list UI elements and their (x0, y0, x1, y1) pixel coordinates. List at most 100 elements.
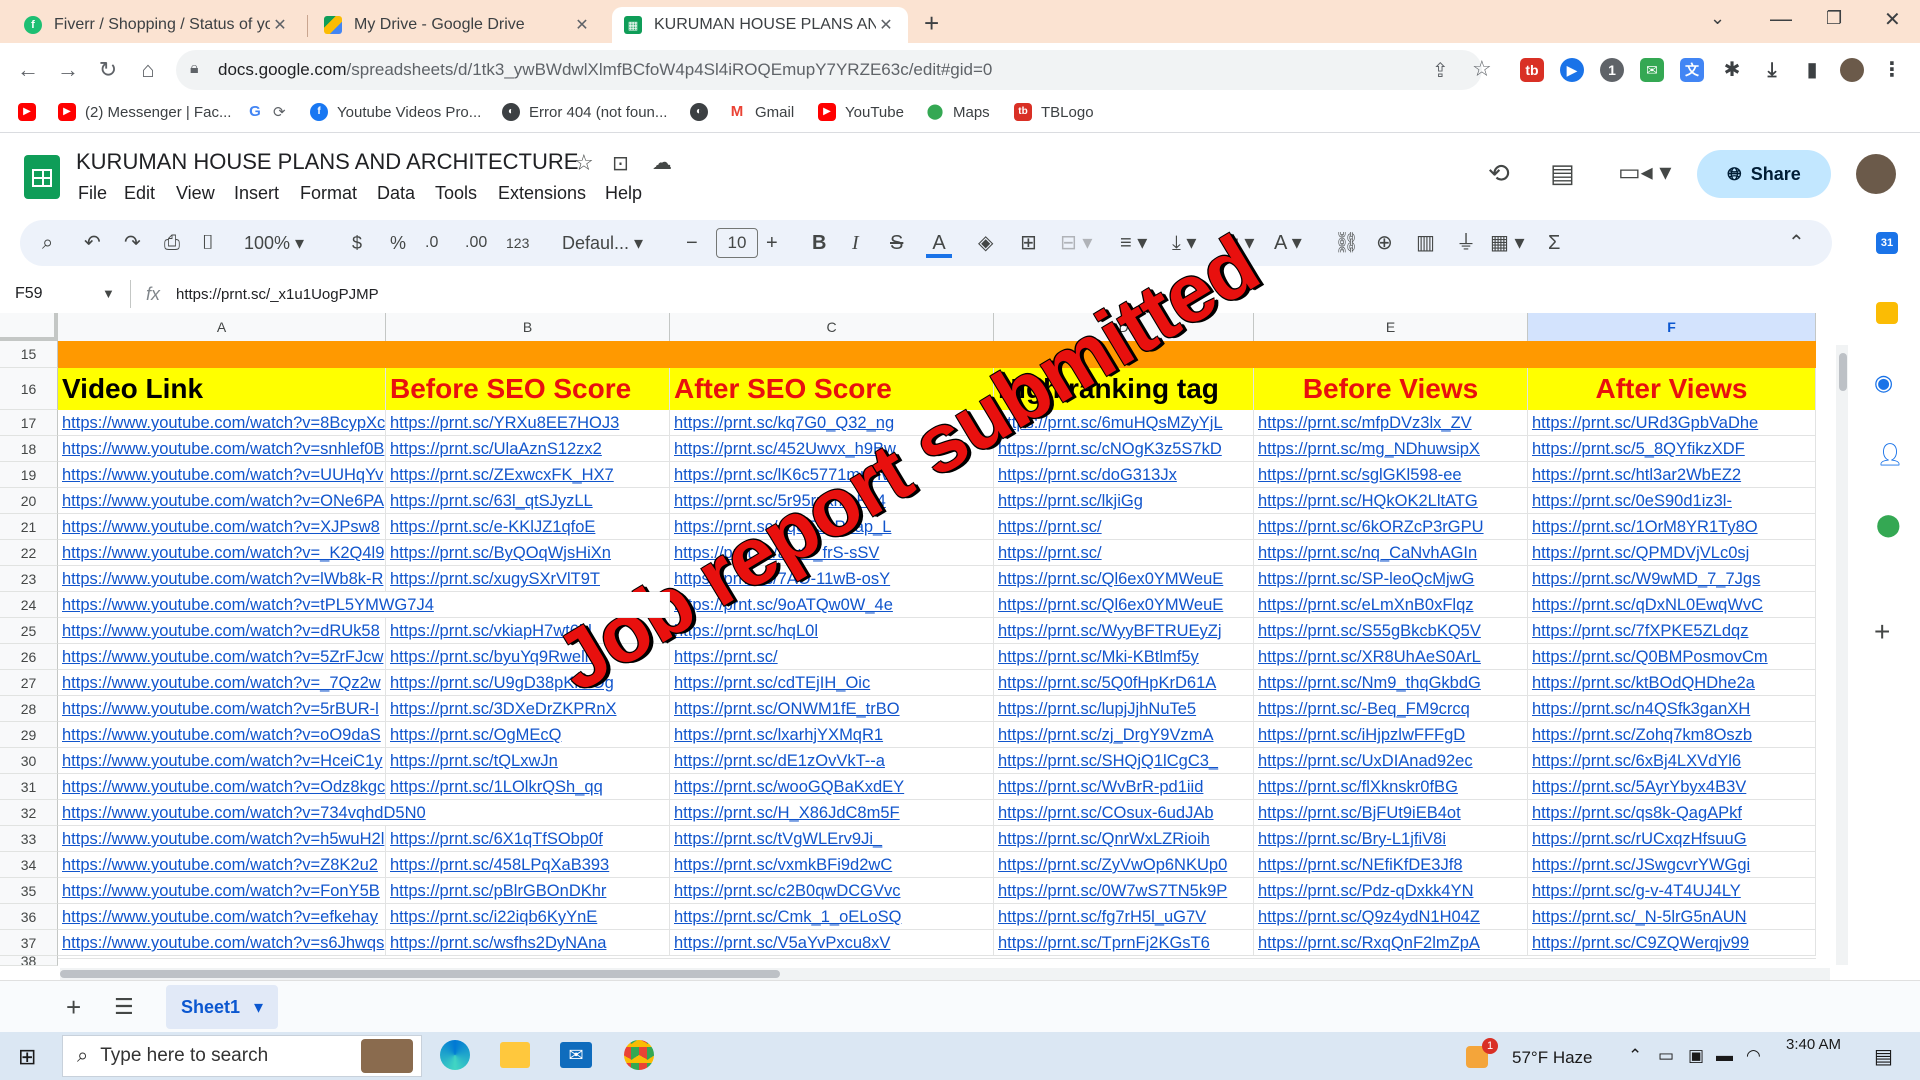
menu-format[interactable]: Format (300, 183, 357, 204)
table-cell[interactable]: https://prnt.sc/458LPqXaB393 (386, 852, 670, 878)
menu-edit[interactable]: Edit (124, 183, 155, 204)
filter-views-icon[interactable]: ▦ ▾ (1490, 232, 1525, 254)
table-cell[interactable]: https://prnt.sc/QPMDVjVLc0sj (1528, 540, 1816, 566)
table-cell[interactable]: https://www.youtube.com/watch?v=HceiC1y (58, 748, 386, 774)
taskbar-search-box[interactable]: ⌕ Type here to search (62, 1035, 422, 1077)
edge-icon[interactable] (440, 1040, 470, 1070)
menu-tools[interactable]: Tools (435, 183, 477, 204)
table-cell[interactable]: https://prnt.sc/Pdz-qDxkk4YN (1254, 878, 1528, 904)
menu-help[interactable]: Help (605, 183, 642, 204)
clock-time[interactable]: 3:40 AM (1786, 1036, 1841, 1053)
browser-menu-icon[interactable]: ⋮ (1880, 58, 1904, 82)
row-header[interactable]: 30 (0, 748, 58, 774)
table-cell[interactable]: https://prnt.sc/7fXPKE5ZLdqz (1528, 618, 1816, 644)
table-cell[interactable]: https://prnt.sc/W9wMD_7_7Jgs (1528, 566, 1816, 592)
table-cell[interactable]: https://prnt.sc/Q9z4ydN1H04Z (1254, 904, 1528, 930)
font-size-decrease-icon[interactable]: − (686, 232, 698, 254)
table-cell[interactable]: https://prnt.sc/n4QSfk3ganXH (1528, 696, 1816, 722)
table-cell[interactable]: https://prnt.sc/cdTEjIH_Oic (670, 670, 994, 696)
minimize-button[interactable]: — (1770, 6, 1792, 32)
name-box[interactable]: F59 (15, 285, 43, 303)
bookmark-globe[interactable]: ◐ (690, 103, 717, 121)
share-page-icon[interactable]: ⇪ (1432, 58, 1449, 83)
table-cell[interactable]: https://prnt.sc/QnrWxLZRioih (994, 826, 1254, 852)
table-cell[interactable]: https://prnt.sc/i22iqb6KyYnE (386, 904, 670, 930)
document-title[interactable]: KURUMAN HOUSE PLANS AND ARCHITECTURE (76, 149, 578, 175)
calendar-icon[interactable]: 31 (1876, 232, 1898, 254)
bookmark-google[interactable]: G ⟳ (246, 103, 286, 121)
table-cell[interactable]: https://prnt.sc/0eS90d1iz3l- (1528, 488, 1816, 514)
row-header[interactable]: 37 (0, 930, 58, 956)
more-formats-button[interactable]: 123 (506, 232, 529, 254)
table-cell[interactable]: https://prnt.sc/JSwgcvrYWGgi (1528, 852, 1816, 878)
table-cell[interactable]: https://prnt.sc/5AyrYbyx4B3V (1528, 774, 1816, 800)
table-cell[interactable]: https://prnt.sc/mfpDVz3lx_ZV (1254, 410, 1528, 436)
column-header-c[interactable]: C (670, 313, 994, 341)
row-header[interactable]: 15 (0, 341, 58, 368)
table-cell[interactable]: https://www.youtube.com/watch?v=lWb8k-R (58, 566, 386, 592)
file-explorer-icon[interactable] (500, 1042, 530, 1068)
table-cell[interactable]: https://prnt.sc/HQkOK2LltATG (1254, 488, 1528, 514)
battery-icon[interactable]: ▬ (1716, 1046, 1733, 1066)
table-cell[interactable]: https://prnt.sc/htl3ar2WbEZ2 (1528, 462, 1816, 488)
table-cell[interactable]: https://prnt.sc/Q0BMPosmovCm (1528, 644, 1816, 670)
table-cell[interactable]: https://www.youtube.com/watch?v=Odz8kgc (58, 774, 386, 800)
table-cell[interactable]: https://prnt.sc/rUCxqzHfsuuG (1528, 826, 1816, 852)
table-cell[interactable]: https://www.youtube.com/watch?v=efkehay (58, 904, 386, 930)
table-cell[interactable]: https://prnt.sc/6kORZcP3rGPU (1254, 514, 1528, 540)
action-center-icon[interactable]: ▤ (1874, 1044, 1893, 1069)
row-header[interactable]: 28 (0, 696, 58, 722)
sheet-tab-sheet1[interactable]: Sheet1 ▾ (166, 985, 278, 1029)
table-cell[interactable]: https://prnt.sc/lupjJjhNuTe5 (994, 696, 1254, 722)
row-header[interactable]: 17 (0, 410, 58, 436)
download-icon[interactable]: ⤓ (1760, 58, 1784, 82)
table-cell[interactable]: https://www.youtube.com/watch?v=h5wuH2l (58, 826, 386, 852)
close-icon[interactable]: ✕ (270, 15, 290, 35)
star-icon[interactable]: ☆ (574, 150, 594, 176)
close-icon[interactable]: ✕ (572, 15, 592, 35)
column-header-b[interactable]: B (386, 313, 670, 341)
name-box-dropdown-icon[interactable]: ▼ (102, 286, 115, 301)
keep-icon[interactable] (1876, 302, 1898, 324)
table-cell[interactable]: https://prnt.sc/ (994, 540, 1254, 566)
row-header[interactable]: 34 (0, 852, 58, 878)
wifi-icon[interactable]: ◠ (1746, 1046, 1761, 1066)
table-cell[interactable]: https://prnt.sc/qs8k-QagAPkf (1528, 800, 1816, 826)
home-icon[interactable]: ⌂ (134, 56, 162, 84)
italic-button[interactable]: I (852, 232, 859, 254)
bookmark-messenger[interactable]: ▶ (2) Messenger | Fac... (58, 103, 231, 121)
table-cell[interactable]: https://www.youtube.com/watch?v=_7Qz2w (58, 670, 386, 696)
show-hidden-icons-chevron-icon[interactable]: ⌃ (1628, 1046, 1642, 1066)
close-icon[interactable]: ✕ (876, 15, 896, 35)
table-cell[interactable]: https://www.youtube.com/watch?v=FonY5B (58, 878, 386, 904)
table-cell[interactable]: https://prnt.sc/ZyVwOp6NKUp0 (994, 852, 1254, 878)
url-text[interactable]: docs.google.com/spreadsheets/d/1tk3_ywBW… (218, 60, 992, 80)
table-cell[interactable]: https://prnt.sc/3DXeDrZKPRnX (386, 696, 670, 722)
table-cell[interactable]: https://prnt.sc/XR8UhAeS0ArL (1254, 644, 1528, 670)
table-cell[interactable]: https://prnt.sc/c2B0qwDCGVvc (670, 878, 994, 904)
row-header[interactable]: 22 (0, 540, 58, 566)
table-cell[interactable]: https://prnt.sc/ZExwcxFK_HX7 (386, 462, 670, 488)
row-header[interactable]: 29 (0, 722, 58, 748)
insert-link-icon[interactable]: ⛓ (1334, 232, 1359, 254)
bookmark-tblogo[interactable]: tb TBLogo (1014, 103, 1094, 121)
sheet-tab-dropdown-icon[interactable]: ▾ (254, 997, 263, 1018)
menu-data[interactable]: Data (377, 183, 415, 204)
tab-fiverr[interactable]: f Fiverr / Shopping / Status of you ✕ (12, 7, 302, 43)
redo-icon[interactable]: ↷ (124, 232, 141, 254)
table-cell[interactable]: https://www.youtube.com/watch?v=734vqhdD… (58, 800, 670, 826)
currency-format-button[interactable]: $ (352, 232, 362, 254)
table-cell[interactable]: https://www.youtube.com/watch?v=Z8K2u2 (58, 852, 386, 878)
table-cell[interactable]: https://prnt.sc/Mki-KBtlmf5y (994, 644, 1254, 670)
horizontal-align-icon[interactable]: ≡ ▾ (1120, 232, 1147, 254)
table-cell[interactable]: https://prnt.sc/OgMEcQ (386, 722, 670, 748)
forward-arrow-icon[interactable]: → (54, 56, 82, 84)
tab-kuruman-sheet[interactable]: ▦ KURUMAN HOUSE PLANS AND ✕ (612, 7, 908, 43)
table-cell[interactable]: https://prnt.sc/doG313Jx (994, 462, 1254, 488)
table-cell[interactable]: https://prnt.sc/Zohq7km8Oszb (1528, 722, 1816, 748)
table-cell[interactable]: https://prnt.sc/vxmkBFi9d2wC (670, 852, 994, 878)
table-cell[interactable]: https://prnt.sc/YRXu8EE7HOJ3 (386, 410, 670, 436)
table-cell[interactable]: https://prnt.sc/UxDIAnad92ec (1254, 748, 1528, 774)
add-sheet-button[interactable]: + (66, 992, 81, 1023)
increase-decimal-button[interactable]: .00 (465, 232, 487, 254)
